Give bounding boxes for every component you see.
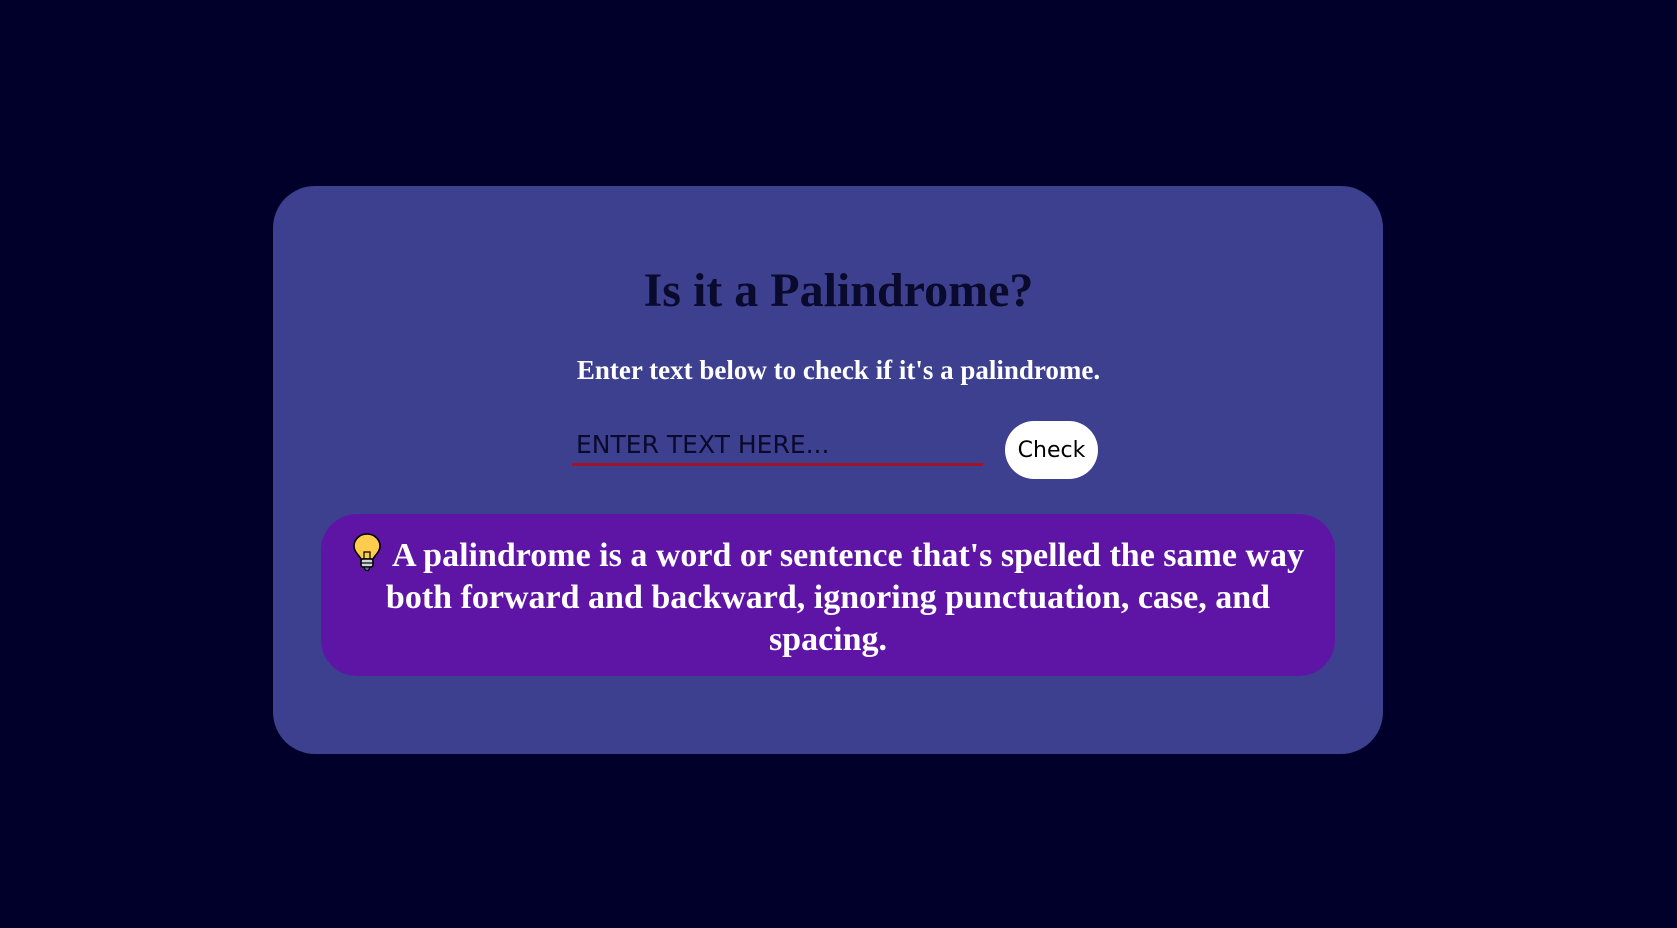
info-box: A palindrome is a word or sentence that'… [321,514,1335,676]
page-subtitle: Enter text below to check if it's a pali… [576,355,1101,385]
text-input[interactable] [572,428,983,466]
check-button[interactable]: Check [1005,421,1098,479]
info-text: A palindrome is a word or sentence that'… [385,537,1304,658]
page-title: Is it a Palindrome? [643,264,1034,317]
lightbulb-icon [352,532,382,572]
